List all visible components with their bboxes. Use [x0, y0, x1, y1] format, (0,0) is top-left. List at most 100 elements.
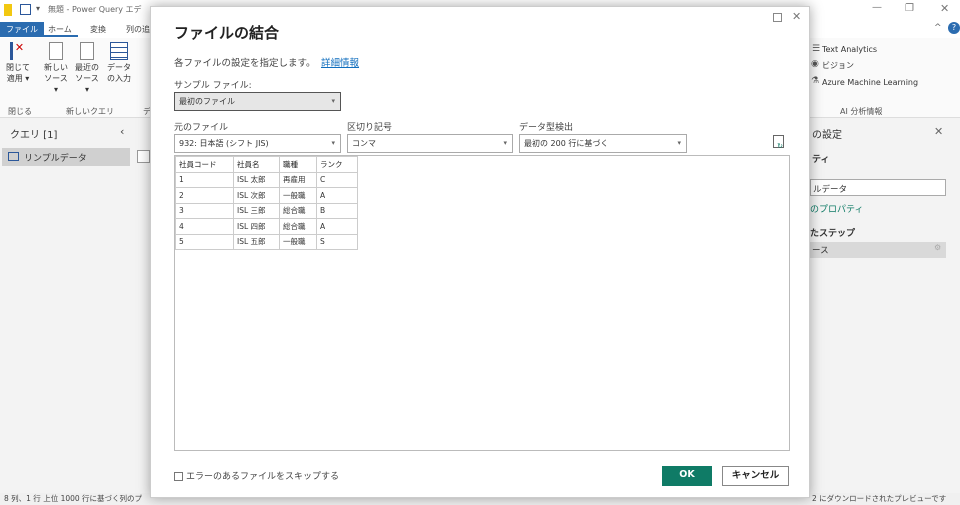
step-item-label: ース — [812, 246, 829, 256]
new-source-icon — [49, 42, 63, 60]
chevron-down-icon: ▾ — [331, 97, 335, 105]
table-cell: C — [316, 171, 358, 188]
close-apply-icon: ✕ — [10, 42, 26, 60]
table-cell: ISL 次郎 — [233, 187, 280, 204]
table-icon — [110, 42, 128, 60]
queries-pane-title: クエリ [1] — [10, 130, 58, 141]
close-apply-button[interactable]: ✕ 閉じて 適用 ▾ — [4, 42, 32, 84]
query-name-value: ルデータ — [813, 185, 848, 195]
maximize-dialog-icon[interactable] — [773, 13, 782, 22]
minimize-icon[interactable]: — — [872, 2, 882, 13]
table-cell: ISL 五郎 — [233, 233, 280, 250]
chevron-down-icon: ▾ — [331, 139, 335, 147]
learn-more-link[interactable]: 詳細情報 — [321, 55, 359, 69]
vision-button[interactable]: ビジョン — [822, 60, 854, 71]
table-cell: ISL 太郎 — [233, 171, 280, 188]
table-row: 1 ISL 太郎 再雇用 C — [175, 171, 358, 188]
restore-icon[interactable]: ❐ — [905, 3, 914, 14]
close-pane-icon[interactable]: ✕ — [934, 125, 943, 138]
quick-access-dropdown-icon[interactable]: ▾ — [36, 4, 40, 13]
preview-table: 社員コード 社員名 職種 ランク 1 ISL 太郎 再雇用 C 2 ISL 次郎… — [175, 156, 358, 250]
collapse-ribbon-icon[interactable]: ^ — [934, 23, 942, 33]
tab-file[interactable]: ファイル — [0, 22, 44, 37]
azure-ml-icon: ⚗ — [811, 76, 820, 86]
enter-data-button[interactable]: データ の入力 — [104, 42, 134, 84]
recent-sources-icon — [80, 42, 94, 60]
grid-corner-icon — [137, 150, 150, 163]
refresh-preview-icon[interactable]: ↻ — [773, 135, 784, 150]
recent-sources-button[interactable]: 最近の ソース ▾ — [72, 42, 102, 95]
properties-heading: ティ — [812, 155, 830, 165]
table-cell: 総合職 — [279, 202, 317, 219]
tab-transform[interactable]: 変換 — [84, 22, 112, 37]
group-label-new-query: 新しいクエリ — [66, 107, 114, 116]
help-icon[interactable]: ? — [948, 22, 960, 34]
sample-file-select[interactable]: 最初のファイル ▾ — [174, 92, 341, 111]
query-settings-pane: の設定 ✕ ティ ルデータ のプロパティ たステップ ース ⚙ — [808, 118, 960, 493]
close-window-icon[interactable]: ✕ — [940, 2, 949, 15]
data-type-detection-label: データ型検出 — [519, 123, 574, 133]
table-cell: 総合職 — [279, 218, 317, 235]
close-dialog-icon[interactable]: ✕ — [792, 10, 801, 23]
preview-header-row: 社員コード 社員名 職種 ランク — [175, 156, 358, 173]
all-properties-link[interactable]: のプロパティ — [810, 202, 863, 215]
table-cell: 再雇用 — [279, 171, 317, 188]
origin-label: 元のファイル — [174, 123, 229, 133]
table-row: 5 ISL 五郎 一般職 S — [175, 233, 358, 250]
column-header: 職種 — [279, 156, 317, 173]
origin-select[interactable]: 932: 日本語 (シフト JIS) ▾ — [174, 134, 341, 153]
azure-ml-button[interactable]: Azure Machine Learning — [822, 78, 918, 87]
sample-file-value: 最初のファイル — [179, 97, 235, 106]
delimiter-label: 区切り記号 — [347, 123, 393, 133]
table-cell: ISL 三郎 — [233, 202, 280, 219]
query-item-label: リンプルデータ — [24, 154, 87, 164]
query-table-icon — [8, 152, 19, 161]
table-cell: ISL 四郎 — [233, 218, 280, 235]
preview-grid: 社員コード 社員名 職種 ランク 1 ISL 太郎 再雇用 C 2 ISL 次郎… — [174, 155, 790, 451]
cancel-button[interactable]: キャンセル — [722, 466, 789, 486]
tab-home[interactable]: ホーム — [42, 22, 78, 37]
column-header: ランク — [316, 156, 358, 173]
data-type-detection-select[interactable]: 最初の 200 行に基づく ▾ — [519, 134, 687, 153]
table-row: 3 ISL 三郎 総合職 B — [175, 202, 358, 219]
text-analytics-icon: ☰ — [812, 44, 821, 54]
new-source-button[interactable]: 新しい ソース ▾ — [42, 42, 70, 95]
column-header: 社員名 — [233, 156, 280, 173]
table-cell: 5 — [175, 233, 234, 250]
table-cell: 一般職 — [279, 233, 317, 250]
table-cell: 3 — [175, 202, 234, 219]
combine-files-dialog: ✕ ファイルの結合 各ファイルの設定を指定します。 詳細情報 サンプル ファイル… — [150, 6, 810, 498]
status-right: 2 にダウンロードされたプレビューです — [812, 494, 947, 503]
group-label-ai: AI 分析情報 — [840, 107, 883, 116]
step-item[interactable]: ース ⚙ — [810, 242, 946, 258]
column-header: 社員コード — [175, 156, 234, 173]
recent-sources-label: 最近の ソース ▾ — [75, 63, 99, 94]
save-icon[interactable] — [20, 4, 31, 15]
query-settings-title: の設定 — [812, 130, 842, 141]
dialog-description: 各ファイルの設定を指定します。 — [174, 58, 316, 69]
collapse-pane-icon[interactable]: ‹ — [120, 125, 124, 138]
table-cell: A — [316, 187, 358, 204]
table-cell: 4 — [175, 218, 234, 235]
ok-button[interactable]: OK — [662, 466, 712, 486]
query-name-input[interactable]: ルデータ — [810, 179, 946, 196]
table-row: 2 ISL 次郎 一般職 A — [175, 187, 358, 204]
skip-errors-checkbox[interactable] — [174, 472, 183, 481]
enter-data-label: データ の入力 — [107, 63, 131, 83]
group-label-close: 閉じる — [8, 107, 32, 116]
vision-icon: ◉ — [811, 59, 819, 69]
table-cell: B — [316, 202, 358, 219]
delimiter-value: コンマ — [352, 139, 376, 148]
data-type-detection-value: 最初の 200 行に基づく — [524, 139, 609, 148]
table-cell: 1 — [175, 171, 234, 188]
app-logo-icon — [4, 4, 12, 16]
step-settings-icon[interactable]: ⚙ — [934, 243, 941, 252]
skip-errors-label[interactable]: エラーのあるファイルをスキップする — [186, 469, 339, 482]
text-analytics-button[interactable]: Text Analytics — [822, 45, 877, 54]
delimiter-select[interactable]: コンマ ▾ — [347, 134, 513, 153]
applied-steps-heading: たステップ — [810, 229, 856, 239]
sample-file-label: サンプル ファイル: — [174, 81, 252, 91]
chevron-down-icon: ▾ — [677, 139, 681, 147]
query-item[interactable]: リンプルデータ — [2, 148, 130, 166]
table-cell: 2 — [175, 187, 234, 204]
